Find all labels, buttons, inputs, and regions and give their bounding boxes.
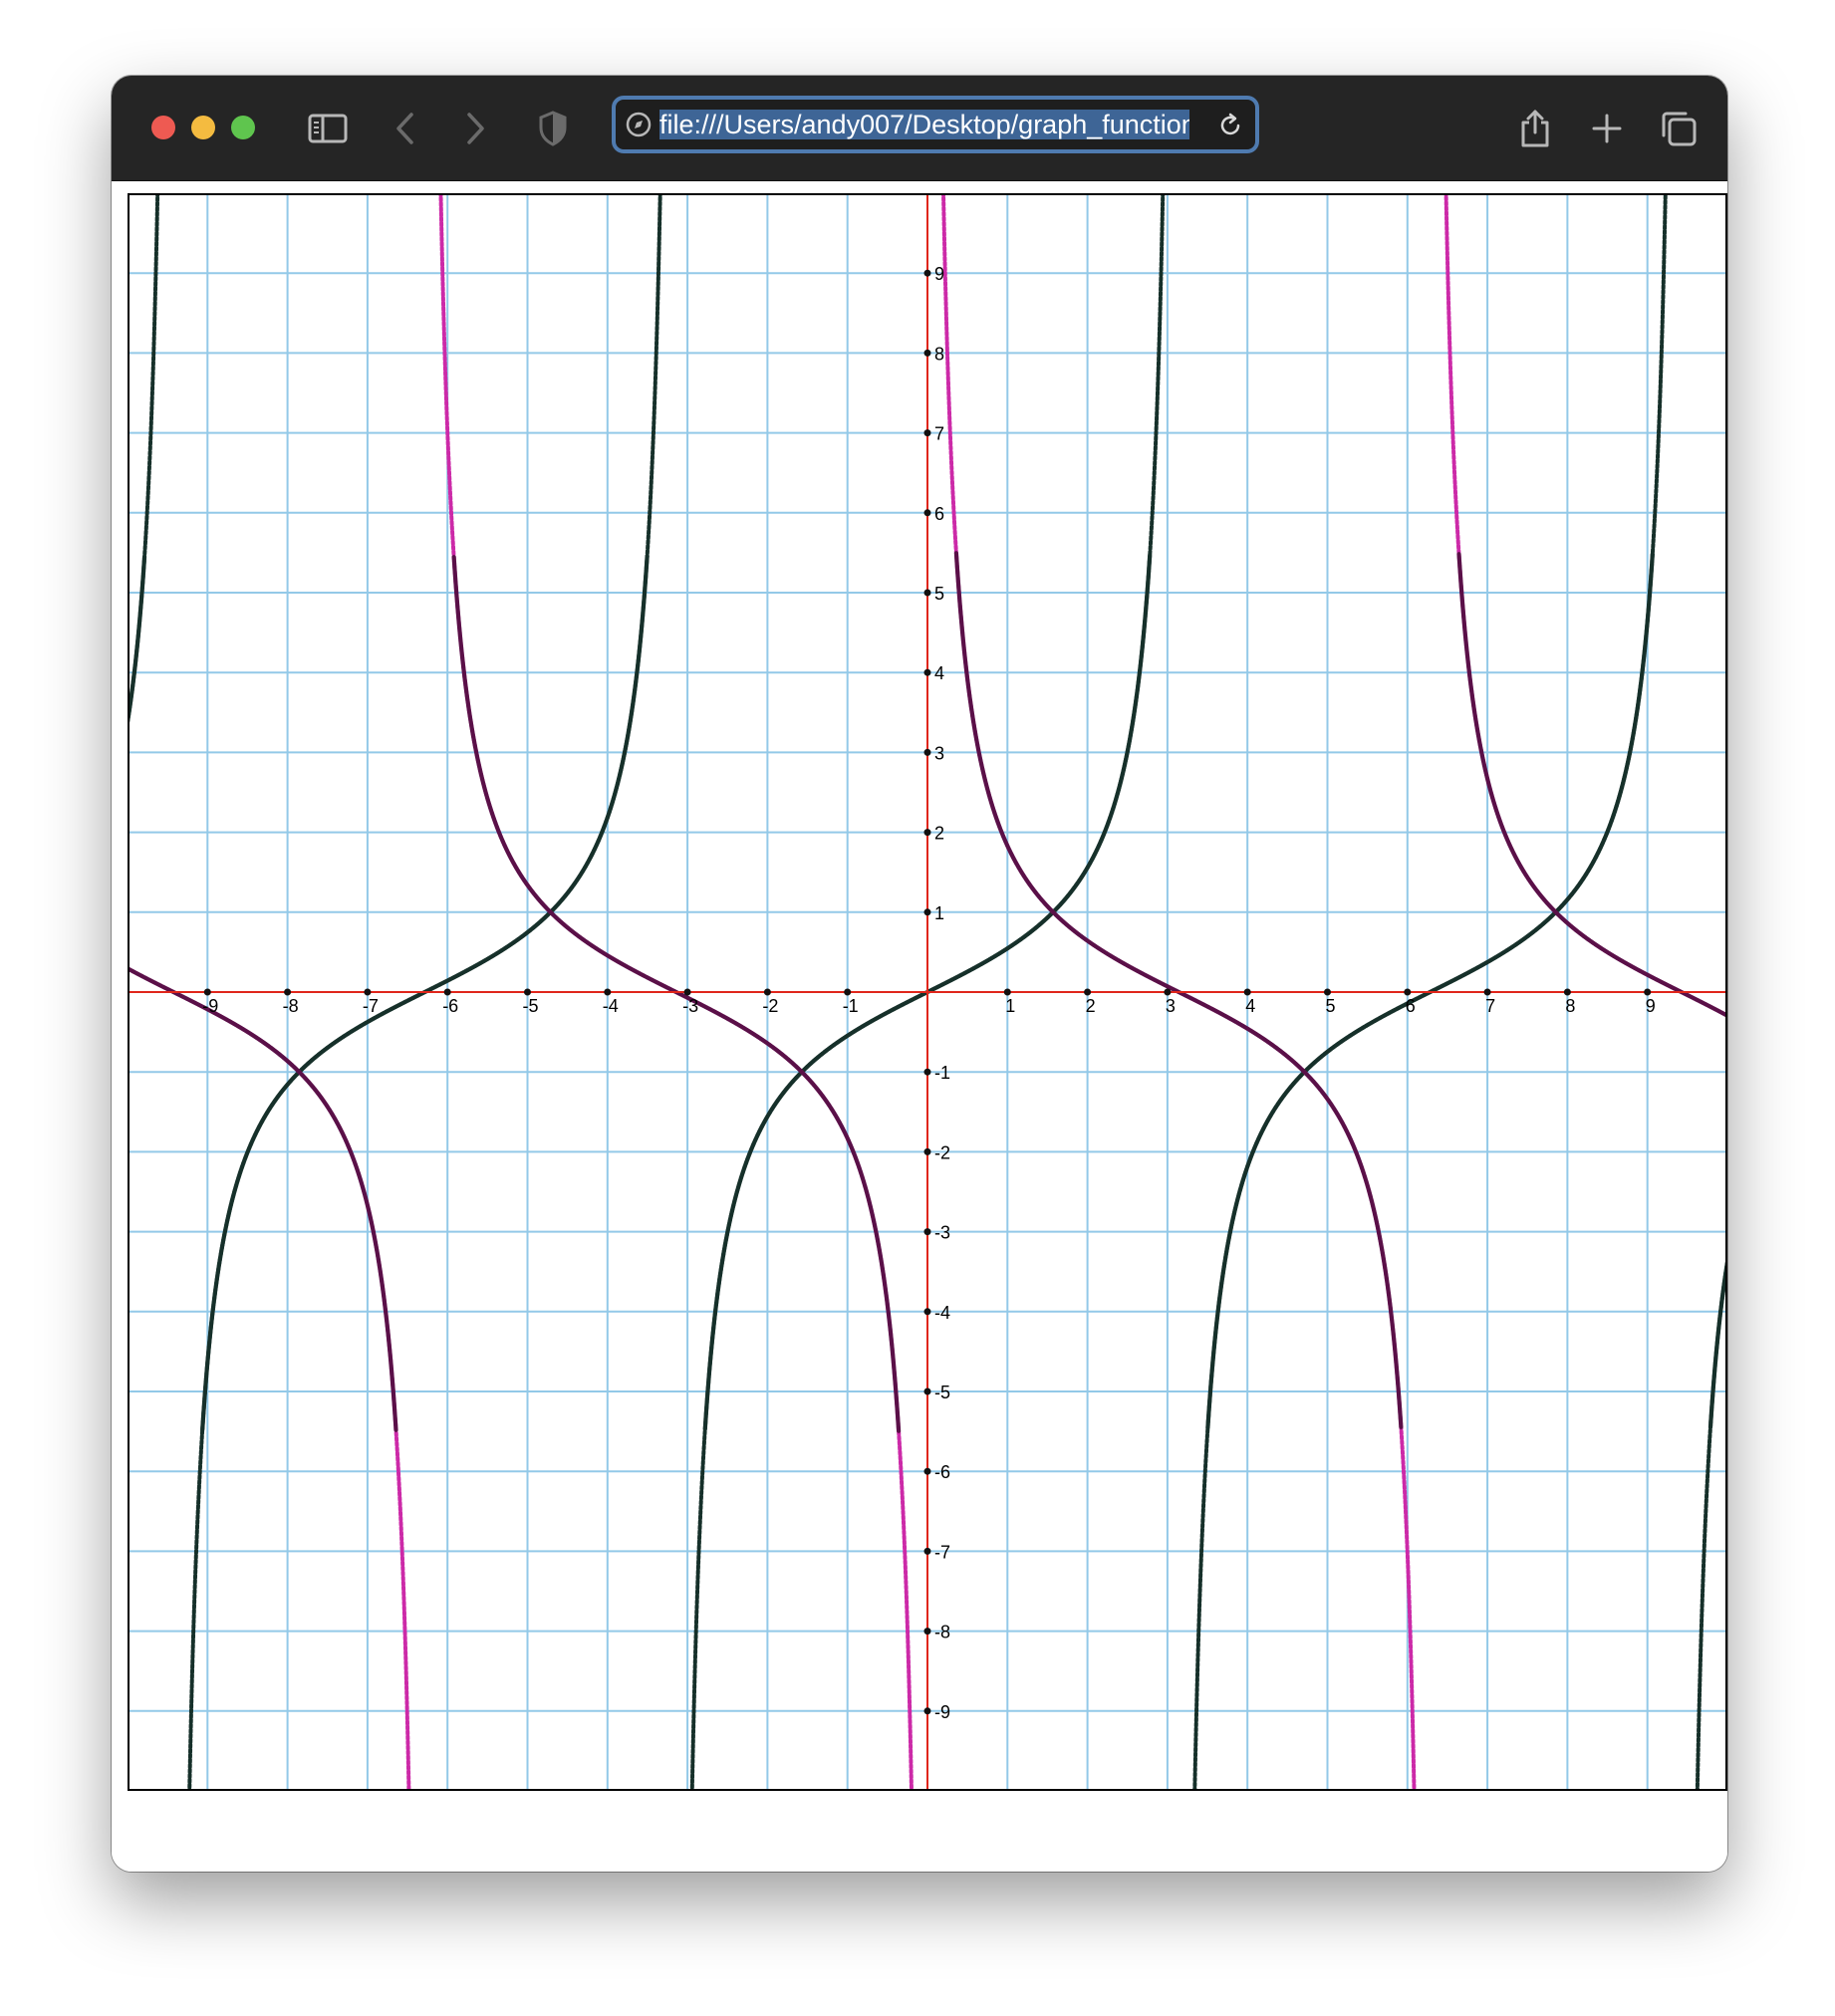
x-tick: [1404, 988, 1412, 996]
reload-icon[interactable]: [1215, 111, 1245, 140]
y-tick: [923, 269, 931, 277]
x-tick: [844, 988, 852, 996]
y-tick: [923, 1147, 931, 1155]
graph-container: -9 -8 -7 -6 -5 -4 -3 -2 -1 1 2 3 4 5 6 7 8 9 9 8 7 6 5 4 3 2 1 -1 -2…: [128, 193, 1727, 1791]
plus-icon[interactable]: [1584, 106, 1630, 151]
x-tick-label: -3: [682, 996, 698, 1016]
y-tick-label: 8: [934, 344, 944, 364]
y-tick: [923, 1547, 931, 1555]
y-tick: [923, 1308, 931, 1316]
x-tick-label: -8: [283, 996, 299, 1016]
tab-overview-icon[interactable]: [1656, 106, 1702, 151]
y-tick-label: -3: [934, 1223, 950, 1243]
x-tick: [1003, 988, 1011, 996]
y-tick-label: -2: [934, 1142, 950, 1162]
maximize-window-button[interactable]: [231, 116, 255, 139]
x-tick-label: 9: [1646, 996, 1656, 1016]
y-tick: [923, 1628, 931, 1636]
y-tick: [923, 1228, 931, 1236]
x-tick: [1563, 988, 1571, 996]
x-tick: [604, 988, 612, 996]
y-tick: [923, 1387, 931, 1395]
x-tick: [683, 988, 691, 996]
x-tick: [1243, 988, 1251, 996]
y-tick-label: -4: [934, 1303, 950, 1323]
y-tick-label: 9: [934, 264, 944, 284]
page-content: -9 -8 -7 -6 -5 -4 -3 -2 -1 1 2 3 4 5 6 7 8 9 9 8 7 6 5 4 3 2 1 -1 -2…: [112, 181, 1727, 1872]
y-tick: [923, 748, 931, 756]
y-tick: [923, 829, 931, 837]
browser-toolbar: file:///Users/andy007/Desktop/graph_func…: [112, 76, 1727, 181]
x-tick-label: -9: [202, 996, 218, 1016]
chevron-right-icon[interactable]: [452, 106, 498, 151]
x-tick-label: -5: [522, 996, 538, 1016]
y-tick-label: -9: [934, 1702, 950, 1722]
x-tick: [524, 988, 531, 996]
x-tick: [1483, 988, 1491, 996]
x-tick-label: -7: [363, 996, 379, 1016]
compass-icon: [626, 112, 652, 137]
x-tick: [763, 988, 771, 996]
y-tick-label: 1: [934, 903, 944, 923]
x-tick-label: 7: [1485, 996, 1495, 1016]
y-tick-label: -7: [934, 1542, 950, 1562]
privacy-shield-icon[interactable]: [530, 106, 576, 151]
y-tick-label: -8: [934, 1623, 950, 1642]
minimize-window-button[interactable]: [191, 116, 215, 139]
y-tick-label: 6: [934, 504, 944, 524]
y-tick: [923, 1467, 931, 1475]
x-tick-label: -4: [603, 996, 619, 1016]
x-tick-label: 8: [1565, 996, 1575, 1016]
x-tick: [203, 988, 211, 996]
close-window-button[interactable]: [151, 116, 175, 139]
y-tick-label: 2: [934, 824, 944, 844]
y-tick: [923, 589, 931, 597]
y-tick: [923, 1068, 931, 1076]
y-tick: [923, 1707, 931, 1715]
function-graph: -9 -8 -7 -6 -5 -4 -3 -2 -1 1 2 3 4 5 6 7 8 9 9 8 7 6 5 4 3 2 1 -1 -2…: [128, 193, 1727, 1791]
x-tick-label: 5: [1325, 996, 1335, 1016]
x-tick-label: 4: [1245, 996, 1255, 1016]
y-tick-label: 7: [934, 424, 944, 444]
x-tick: [364, 988, 372, 996]
x-tick-label: -6: [442, 996, 458, 1016]
y-tick: [923, 908, 931, 916]
y-tick-label: 5: [934, 584, 944, 604]
y-tick-label: -6: [934, 1462, 950, 1482]
x-tick-label: -2: [762, 996, 778, 1016]
browser-window: file:///Users/andy007/Desktop/graph_func…: [112, 76, 1727, 1872]
x-tick-label: 1: [1005, 996, 1015, 1016]
y-tick-label: -5: [934, 1383, 950, 1402]
x-tick-label: 6: [1406, 996, 1416, 1016]
x-tick: [1164, 988, 1172, 996]
y-tick-label: -1: [934, 1063, 950, 1083]
x-tick-label: 3: [1166, 996, 1176, 1016]
x-tick-label: -1: [843, 996, 859, 1016]
y-tick: [923, 349, 931, 357]
y-tick: [923, 668, 931, 676]
y-tick: [923, 509, 931, 517]
x-tick: [443, 988, 451, 996]
x-tick: [284, 988, 292, 996]
x-tick: [1644, 988, 1652, 996]
chevron-left-icon[interactable]: [383, 106, 428, 151]
x-tick-label: 2: [1086, 996, 1096, 1016]
address-bar[interactable]: file:///Users/andy007/Desktop/graph_func…: [612, 96, 1259, 153]
y-tick-label: 4: [934, 663, 944, 683]
url-text[interactable]: file:///Users/andy007/Desktop/graph_func…: [659, 109, 1189, 140]
x-tick: [1324, 988, 1331, 996]
y-tick: [923, 429, 931, 437]
share-icon[interactable]: [1512, 106, 1558, 151]
x-tick: [1084, 988, 1092, 996]
y-tick-label: 3: [934, 743, 944, 763]
sidebar-icon[interactable]: [305, 106, 351, 151]
